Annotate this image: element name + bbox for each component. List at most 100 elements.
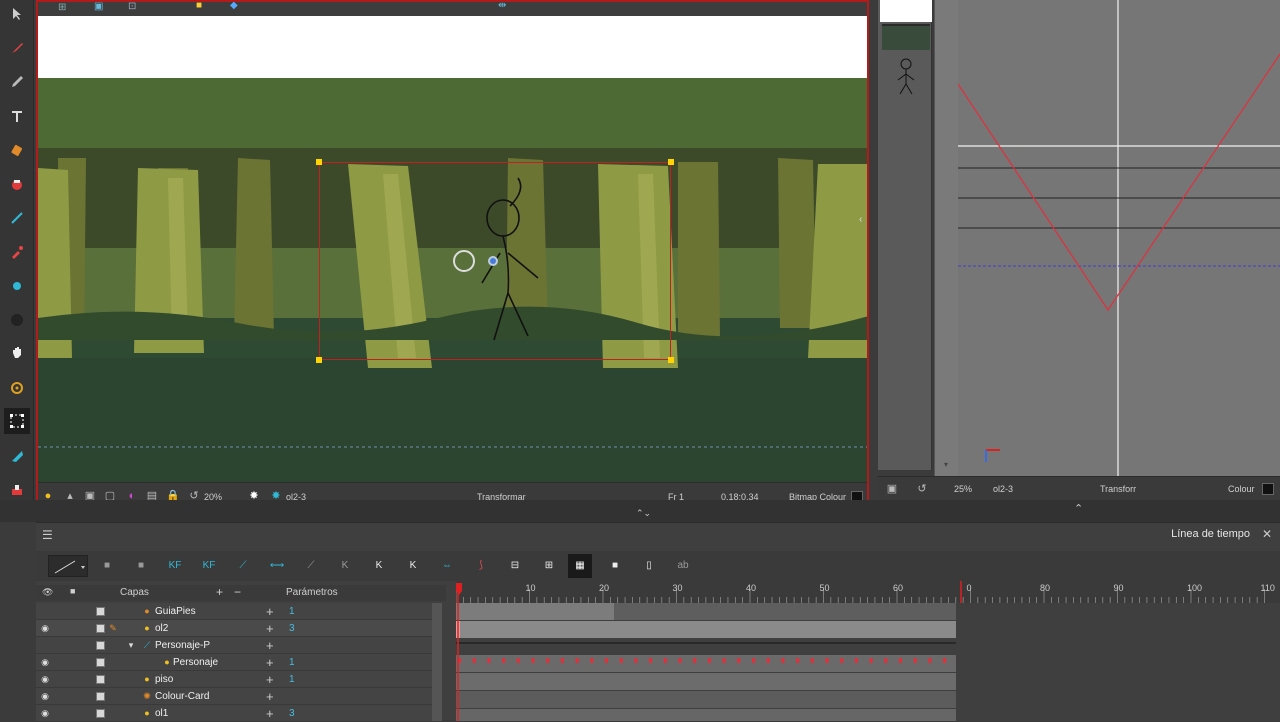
side-scrollbar[interactable]: ▾ (934, 0, 958, 476)
folder-icon[interactable]: ■ (98, 557, 116, 575)
eye-icon[interactable]: ◉ (40, 708, 50, 718)
add-param-icon[interactable]: + (266, 689, 274, 704)
layer-row[interactable]: ◉ ● ol1 + 3 (36, 705, 432, 722)
layer-row[interactable]: ▾ ⟋ Personaje-P + (36, 637, 432, 654)
onion-skin-icon[interactable]: ⊡ (128, 2, 136, 12)
ease-out-icon[interactable]: ⟆ (472, 557, 490, 575)
function-colour-swatch[interactable] (1262, 483, 1274, 495)
remove-keyframe-icon[interactable]: KF (200, 557, 218, 575)
add-keyframe-icon[interactable]: KF (166, 557, 184, 575)
line-tool-icon[interactable] (7, 208, 27, 228)
expand-up-icon[interactable]: ⌃ (1074, 502, 1083, 515)
close-icon[interactable]: ✕ (1262, 527, 1272, 541)
next-keyframe-icon[interactable]: K (404, 557, 422, 575)
disabled-icon[interactable]: ⟋ (302, 557, 320, 575)
layer-box-icon[interactable] (96, 607, 105, 616)
add-param-icon[interactable]: + (266, 672, 274, 687)
add-param-icon[interactable]: + (266, 621, 274, 636)
layer-box-icon[interactable] (96, 675, 105, 684)
stop-motion-icon[interactable]: ⟷ (268, 557, 286, 575)
previous-keyframe-icon[interactable]: K (370, 557, 388, 575)
expand-up-icon[interactable]: ⌃⌄ (636, 508, 651, 519)
ease-icon[interactable]: ⇔ (438, 557, 456, 575)
folder-icon[interactable]: ■ (196, 2, 202, 11)
menu-icon[interactable]: ☰ (42, 528, 53, 542)
add-layer-icon[interactable]: + (216, 585, 223, 599)
delete-icon[interactable]: ■ (132, 557, 150, 575)
transform-handle[interactable] (316, 159, 322, 165)
hand-tool-icon[interactable] (7, 342, 27, 362)
transform-handle[interactable] (668, 357, 674, 363)
layer-row[interactable]: ◉ ✺ Colour-Card + (36, 688, 432, 705)
header-layers-label[interactable]: Capas (120, 587, 149, 598)
rigging-tool-icon[interactable] (7, 378, 27, 398)
collapse-left-icon[interactable]: ‹ (859, 214, 867, 228)
pivot-tool-icon[interactable] (7, 276, 27, 296)
pencil-tool-icon[interactable] (7, 72, 27, 92)
lock-all-icon[interactable]: ■ (70, 586, 75, 596)
paint-bucket-icon[interactable] (7, 174, 27, 194)
split-icon[interactable]: ⊞ (540, 557, 558, 575)
transform-handle[interactable] (668, 159, 674, 165)
timeline-title[interactable]: Línea de tiempo (1171, 528, 1250, 540)
layer-box-icon[interactable] (96, 709, 105, 718)
layer-row[interactable]: ● GuiaPies + 1 (36, 603, 432, 620)
frames-area[interactable]: 10 20 30 40 50 60 0 80 90 100 110 (456, 581, 1280, 721)
layer-box-icon[interactable] (96, 641, 105, 650)
pivot-center-icon[interactable] (488, 256, 498, 266)
small-dot-icon[interactable]: ■ (606, 557, 624, 575)
layer-row[interactable]: ◉ ✎ ● ol2 + 3 (36, 620, 432, 637)
expand-chevron-icon[interactable]: ▾ (126, 640, 136, 650)
layer-box-icon[interactable] (96, 624, 105, 633)
layer-row[interactable]: ◉ ● Personaje + 1 (36, 654, 432, 671)
single-frame-icon[interactable]: ▦ (568, 554, 592, 578)
reset-view-icon[interactable]: ↺ (916, 483, 928, 495)
thumbnail-strip[interactable] (882, 24, 930, 50)
grid-icon[interactable]: ⊞ (58, 2, 66, 13)
brush-preset-dropdown[interactable] (48, 555, 88, 577)
add-param-icon[interactable]: + (266, 638, 274, 653)
transform-handle[interactable] (316, 357, 322, 363)
scroll-down-icon[interactable]: ▾ (944, 460, 948, 469)
add-param-icon[interactable]: + (266, 604, 274, 619)
frame-icon[interactable]: ▣ (886, 483, 898, 495)
eye-icon[interactable]: ◉ (40, 691, 50, 701)
camera-mask-icon[interactable]: ▣ (94, 2, 103, 12)
brush-tool-icon[interactable] (7, 38, 27, 58)
header-params-label[interactable]: Parámetros (286, 587, 338, 598)
eraser-tool-icon[interactable] (7, 140, 27, 160)
add-param-icon[interactable]: + (266, 655, 274, 670)
stamp-tool-icon[interactable] (7, 480, 27, 500)
pivot-point-icon[interactable] (453, 250, 475, 272)
function-editor[interactable] (958, 0, 1280, 476)
visibility-all-icon[interactable]: 👁 (42, 587, 53, 598)
text-tool-icon[interactable] (7, 106, 27, 126)
select-tool-icon[interactable] (7, 4, 27, 24)
extend-icon[interactable]: ⊟ (506, 557, 524, 575)
layer-box-icon[interactable] (96, 658, 105, 667)
layer-icon[interactable]: ◆ (230, 2, 238, 11)
eye-icon[interactable]: ◉ (40, 623, 50, 633)
disabled-icon[interactable]: K (336, 557, 354, 575)
transform-tool-icon[interactable] (4, 408, 30, 434)
abc-icon[interactable]: ab (674, 557, 692, 575)
layers-scrollbar[interactable] (432, 603, 442, 721)
layer-box-icon[interactable] (96, 692, 105, 701)
align-icon[interactable]: ⇹ (498, 2, 506, 11)
character-thumbnail[interactable] (884, 52, 928, 100)
contour-tool-icon[interactable] (7, 310, 27, 330)
layer-row[interactable]: ◉ ● piso + 1 (36, 671, 432, 688)
full-frame-icon[interactable]: ▯ (640, 557, 658, 575)
eye-icon[interactable]: ◉ (40, 674, 50, 684)
keyframe-marker (766, 658, 770, 663)
thumbnail-white[interactable] (880, 0, 932, 22)
cutter-tool-icon[interactable] (7, 446, 27, 466)
function-zoom-level[interactable]: 25% (954, 484, 972, 494)
eye-icon[interactable]: ◉ (40, 657, 50, 667)
dropper-tool-icon[interactable] (7, 242, 27, 262)
remove-layer-icon[interactable]: − (234, 585, 241, 599)
camera-view[interactable]: ⊞ ▣ ⊡ ■ ◆ ⇹ ‹ ● ▴ ▣ ▢ ◐ ▤ 🔒 ↺ 20% ✸ ✸ ol… (36, 0, 869, 512)
panel-divider[interactable]: ⌃⌄ ⌃ (0, 500, 1280, 522)
add-param-icon[interactable]: + (266, 706, 274, 721)
motion-keyframe-icon[interactable]: ⟋ (234, 557, 252, 575)
